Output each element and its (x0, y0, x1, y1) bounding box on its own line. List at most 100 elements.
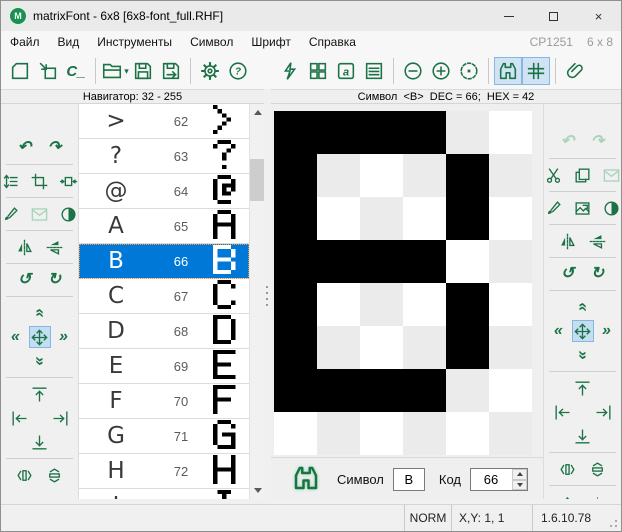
pixel-cell-off[interactable] (403, 154, 446, 197)
rotate-left-button[interactable]: ↺ (557, 263, 579, 285)
shift-up-button[interactable]: « (29, 302, 51, 324)
invert-button[interactable] (58, 203, 79, 225)
undo-button[interactable]: ↶ (14, 137, 36, 159)
code-spin-down-button[interactable] (512, 480, 527, 491)
previous-char-button[interactable]: ↑ (557, 491, 579, 499)
pixel-cell-off[interactable] (403, 412, 446, 455)
flip-vertical-button[interactable] (44, 236, 66, 258)
snap-right-button[interactable] (49, 407, 71, 429)
pixel-cell-on[interactable] (274, 240, 317, 283)
menu-help[interactable]: Справка (300, 35, 365, 49)
pixel-cell-on[interactable] (317, 369, 360, 412)
pixel-cell-off[interactable] (317, 412, 360, 455)
next-char-button[interactable]: ↓ (587, 491, 609, 499)
maximize-button[interactable] (531, 1, 576, 31)
snap-left-button[interactable] (551, 401, 573, 423)
pixel-cell-off[interactable] (360, 412, 403, 455)
pixel-cell-on[interactable] (446, 283, 489, 326)
canvas-size-button[interactable] (58, 170, 79, 192)
export-c-code-button[interactable]: C_ (62, 57, 90, 85)
pixel-cell-off[interactable] (489, 326, 532, 369)
pixel-cell-on[interactable] (317, 240, 360, 283)
char-row[interactable]: C67 (79, 279, 249, 314)
close-button[interactable]: × (576, 1, 621, 31)
center-horizontal-button[interactable] (557, 458, 579, 480)
pixel-cell-off[interactable] (489, 283, 532, 326)
char-row[interactable]: ?63 (79, 139, 249, 174)
copy-button[interactable] (572, 164, 593, 186)
pixel-cell-off[interactable] (317, 326, 360, 369)
pixel-cell-on[interactable] (274, 283, 317, 326)
menu-tools[interactable]: Инструменты (88, 35, 181, 49)
shift-down-button[interactable]: « (29, 350, 51, 372)
pixel-cell-on[interactable] (403, 240, 446, 283)
snap-top-button[interactable] (572, 377, 594, 399)
pixel-cell-off[interactable] (360, 154, 403, 197)
shift-up-button[interactable]: « (572, 296, 594, 318)
invert-button[interactable] (601, 197, 621, 219)
pixel-cell-off[interactable] (317, 197, 360, 240)
zoom-in-button[interactable] (427, 57, 455, 85)
snap-right-button[interactable] (592, 401, 614, 423)
menu-file[interactable]: Файл (1, 35, 49, 49)
snap-bottom-button[interactable] (29, 431, 51, 453)
pixel-cell-on[interactable] (403, 369, 446, 412)
pixel-cell-off[interactable] (360, 197, 403, 240)
panel-splitter[interactable] (264, 104, 271, 499)
attach-button[interactable] (561, 57, 589, 85)
code-spin-up-button[interactable] (512, 469, 527, 480)
redo-button[interactable]: ↷ (44, 137, 66, 159)
pixel-cell-on[interactable] (360, 369, 403, 412)
pixel-cell-off[interactable] (489, 412, 532, 455)
open-button[interactable]: ▾ (101, 57, 129, 85)
menu-symbol[interactable]: Символ (181, 35, 242, 49)
pixel-cell-off[interactable] (360, 326, 403, 369)
char-height-button[interactable] (1, 170, 21, 192)
menu-view[interactable]: Вид (49, 35, 89, 49)
move-mode-button[interactable] (572, 320, 594, 342)
char-row[interactable]: F70 (79, 384, 249, 419)
scroll-down-button[interactable] (250, 482, 265, 499)
symbol-input[interactable] (393, 468, 425, 491)
rotate-right-button[interactable]: ↻ (587, 263, 609, 285)
pixel-cell-on[interactable] (274, 197, 317, 240)
pixel-cell-off[interactable] (489, 154, 532, 197)
pixel-cell-on[interactable] (360, 240, 403, 283)
char-row[interactable]: E69 (79, 349, 249, 384)
pixel-cell-off[interactable] (403, 283, 446, 326)
pixel-cell-off[interactable] (446, 240, 489, 283)
minimize-button[interactable] (486, 1, 531, 31)
char-preview-button[interactable]: a (332, 57, 360, 85)
save-button[interactable] (129, 57, 157, 85)
pixel-cell-off[interactable] (317, 154, 360, 197)
pixel-cell-off[interactable] (274, 412, 317, 455)
pixel-cell-off[interactable] (403, 326, 446, 369)
scrollbar-thumb[interactable] (250, 159, 265, 201)
char-row[interactable]: I73 (79, 489, 249, 499)
menu-font[interactable]: Шрифт (242, 35, 299, 49)
navigator-toggle[interactable] (494, 57, 522, 85)
char-row[interactable]: @64 (79, 174, 249, 209)
snap-bottom-button[interactable] (572, 425, 594, 447)
pixel-cell-off[interactable] (446, 369, 489, 412)
export-image-button[interactable] (572, 197, 593, 219)
save-as-button[interactable] (157, 57, 185, 85)
grid-toggle[interactable] (522, 57, 550, 85)
char-row[interactable]: H72 (79, 454, 249, 489)
shift-right-button[interactable]: » (53, 326, 75, 348)
flip-horizontal-button[interactable] (14, 236, 36, 258)
rotate-left-button[interactable]: ↺ (14, 269, 36, 291)
pixel-cell-off[interactable] (489, 197, 532, 240)
pixel-cell-on[interactable] (403, 111, 446, 154)
snap-left-button[interactable] (8, 407, 30, 429)
pixel-cell-off[interactable] (403, 197, 446, 240)
pixel-cell-on[interactable] (274, 369, 317, 412)
pixel-cell-on[interactable] (274, 111, 317, 154)
pixel-cell-off[interactable] (317, 283, 360, 326)
import-button[interactable] (34, 57, 62, 85)
char-row[interactable]: G71 (79, 419, 249, 454)
pixel-cell-off[interactable] (489, 369, 532, 412)
settings-button[interactable] (196, 57, 224, 85)
zoom-out-button[interactable] (399, 57, 427, 85)
pixel-cell-off[interactable] (360, 283, 403, 326)
